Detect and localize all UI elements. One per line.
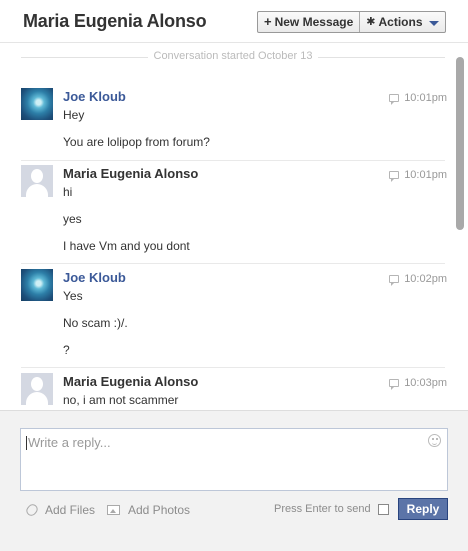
chat-bubble-icon: [389, 379, 400, 390]
message-timestamp: 10:01pm: [389, 92, 447, 105]
conversation-start-label: Conversation started October 13: [147, 50, 319, 62]
message-text: No scam :)/.: [63, 316, 128, 330]
message-text: yes: [63, 212, 82, 226]
message-text: hi: [63, 185, 73, 199]
message-text: no, i am not scammer: [63, 393, 179, 407]
add-photos-label: Add Photos: [128, 503, 191, 517]
actions-button[interactable]: ✱ Actions: [359, 12, 444, 32]
default-avatar[interactable]: [21, 373, 53, 405]
photo-avatar[interactable]: [21, 269, 53, 301]
conversation-start-divider: Conversation started October 13: [21, 50, 445, 64]
chat-bubble-icon: [389, 94, 400, 105]
add-files-label: Add Files: [45, 503, 96, 517]
message-item: Maria Eugenia Alonso 10:03pm no, i am no…: [21, 373, 447, 410]
message-divider: [21, 367, 445, 368]
reply-input[interactable]: Write a reply...: [20, 428, 448, 491]
chat-bubble-icon: [389, 275, 400, 286]
avatar-body-shape: [26, 184, 48, 197]
message-author[interactable]: Maria Eugenia Alonso: [63, 374, 198, 389]
chevron-down-icon: [428, 20, 439, 26]
avatar-body-shape: [26, 392, 48, 405]
message-author[interactable]: Joe Kloub: [63, 270, 126, 285]
camera-icon: [107, 505, 120, 515]
avatar-head-shape: [31, 377, 43, 391]
message-divider: [21, 263, 445, 264]
text-cursor: [26, 436, 27, 450]
reply-button[interactable]: Reply: [398, 498, 448, 520]
message-timestamp: 10:01pm: [389, 169, 447, 182]
plus-icon: +: [264, 14, 272, 29]
message-timestamp: 10:02pm: [389, 273, 447, 286]
message-author[interactable]: Joe Kloub: [63, 89, 126, 104]
reply-placeholder: Write a reply...: [28, 435, 111, 450]
header-button-group: + New Message ✱ Actions: [257, 11, 446, 33]
message-item: Joe Kloub 10:01pm Hey You are lolipop fr…: [21, 88, 447, 152]
message-item: Maria Eugenia Alonso 10:01pm hi yes I ha…: [21, 165, 447, 253]
emoji-icon[interactable]: [428, 434, 441, 447]
default-avatar[interactable]: [21, 165, 53, 197]
new-message-label: New Message: [274, 15, 354, 29]
message-text: You are lolipop from forum?: [63, 135, 210, 149]
message-thread[interactable]: Conversation started October 13 Joe Klou…: [0, 44, 468, 410]
conversation-title: Maria Eugenia Alonso: [23, 11, 207, 31]
add-files-button[interactable]: Add Files: [24, 502, 96, 518]
chat-bubble-icon: [389, 171, 400, 182]
add-photos-button[interactable]: Add Photos: [107, 503, 190, 517]
message-divider: [21, 160, 445, 161]
message-item: Joe Kloub 10:02pm Yes No scam :)/. ?: [21, 269, 447, 359]
thread-scrollbar[interactable]: [456, 57, 464, 230]
gear-icon: ✱: [366, 16, 376, 28]
press-enter-checkbox[interactable]: [377, 503, 389, 515]
press-enter-label: Press Enter to send: [274, 503, 371, 515]
message-timestamp: 10:03pm: [389, 377, 447, 390]
reply-composer: Write a reply... Add Files Add Photos Pr…: [0, 410, 468, 551]
avatar-head-shape: [31, 169, 43, 183]
new-message-button[interactable]: + New Message: [258, 12, 359, 32]
message-text: I have Vm and you dont: [63, 239, 190, 253]
message-text: ?: [63, 343, 70, 357]
conversation-header: Maria Eugenia Alonso + New Message ✱ Act…: [0, 0, 468, 43]
photo-avatar[interactable]: [21, 88, 53, 120]
message-text: Hey: [63, 108, 85, 122]
actions-label: Actions: [378, 15, 423, 29]
press-enter-option[interactable]: Press Enter to send: [274, 503, 389, 515]
paperclip-icon: [24, 502, 40, 518]
message-text: Yes: [63, 289, 83, 303]
message-author[interactable]: Maria Eugenia Alonso: [63, 166, 198, 181]
